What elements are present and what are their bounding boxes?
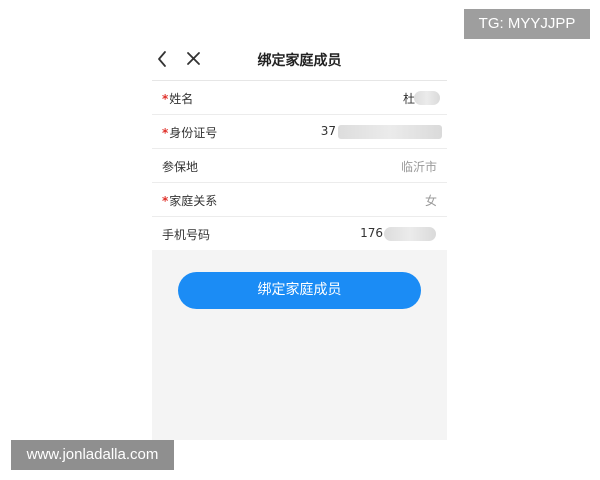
phone-number-label: 手机号码 [162,228,211,242]
name-label: *姓名 [162,90,193,107]
watermark-bottom-left: www.jonladalla.com [11,440,174,470]
family-relation-value: 女 [424,194,437,208]
insured-location-row[interactable]: 参保地 临沂市 [152,148,447,182]
navigation-bar: 绑定家庭成员 [152,40,447,80]
id-number-label: *身份证号 [162,124,217,141]
family-relation-label: *家庭关系 [162,192,217,209]
bind-family-member-button[interactable]: 绑定家庭成员 [178,272,421,309]
phone-number-value: 176 [360,226,383,240]
insured-location-label: 参保地 [162,160,199,174]
phone-number-row[interactable]: 手机号码 176 [152,216,447,250]
phone-screen: 绑定家庭成员 *姓名 杜 *身份证号 37 参保地 临沂市 *家庭关系 女 手机… [152,40,447,440]
id-number-row[interactable]: *身份证号 37 [152,114,447,148]
required-mark: * [162,126,169,140]
family-relation-row[interactable]: *家庭关系 女 [152,182,447,216]
required-mark: * [162,92,169,106]
insured-location-value: 临沂市 [400,160,437,174]
watermark-top-right: TG: MYYJJPP [464,9,590,39]
name-row[interactable]: *姓名 杜 [152,80,447,114]
family-relation-label-text: 家庭关系 [169,194,218,208]
required-mark: * [162,194,169,208]
page-title: 绑定家庭成员 [257,53,342,69]
id-number-value: 37 [320,124,336,138]
id-number-redaction [338,125,442,139]
name-label-text: 姓名 [169,92,194,106]
id-number-label-text: 身份证号 [169,126,218,140]
name-redaction [414,91,440,105]
member-form: *姓名 杜 *身份证号 37 参保地 临沂市 *家庭关系 女 手机号码 176 [152,80,447,250]
phone-number-redaction [384,227,436,241]
